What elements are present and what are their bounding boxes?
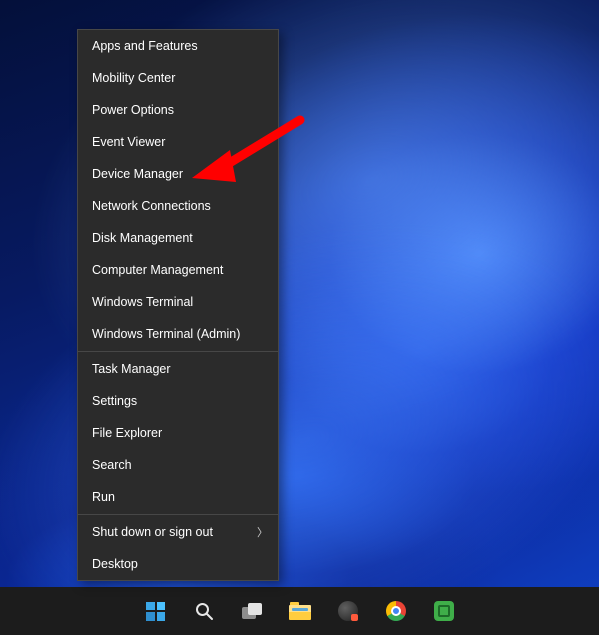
menu-item-desktop[interactable]: Desktop [78,548,278,580]
taskbar-search-button[interactable] [184,591,224,631]
menu-item-label: Windows Terminal (Admin) [92,327,240,341]
taskbar [0,587,599,635]
app-icon [434,601,454,621]
menu-item-label: Mobility Center [92,71,175,85]
menu-item-network-connections[interactable]: Network Connections [78,190,278,222]
win-x-menu: Apps and Features Mobility Center Power … [77,29,279,581]
menu-item-disk-management[interactable]: Disk Management [78,222,278,254]
menu-item-power-options[interactable]: Power Options [78,94,278,126]
menu-item-label: Disk Management [92,231,193,245]
menu-item-settings[interactable]: Settings [78,385,278,417]
task-view-button[interactable] [232,591,272,631]
menu-item-device-manager[interactable]: Device Manager [78,158,278,190]
menu-item-computer-management[interactable]: Computer Management [78,254,278,286]
menu-item-windows-terminal[interactable]: Windows Terminal [78,286,278,318]
menu-separator [78,514,278,515]
menu-item-search[interactable]: Search [78,449,278,481]
task-view-icon [242,603,262,619]
menu-item-label: Computer Management [92,263,223,277]
menu-item-task-manager[interactable]: Task Manager [78,353,278,385]
menu-item-label: Apps and Features [92,39,198,53]
menu-item-label: Search [92,458,132,472]
menu-item-run[interactable]: Run [78,481,278,513]
menu-item-shut-down-or-sign-out[interactable]: Shut down or sign out 〉 [78,516,278,548]
chrome-icon [386,601,406,621]
taskbar-app-button[interactable] [328,591,368,631]
menu-item-mobility-center[interactable]: Mobility Center [78,62,278,94]
menu-item-apps-and-features[interactable]: Apps and Features [78,30,278,62]
menu-item-label: Network Connections [92,199,211,213]
start-icon [146,602,165,621]
search-icon [194,601,214,621]
taskbar-file-explorer-button[interactable] [280,591,320,631]
menu-item-label: Device Manager [92,167,183,181]
chevron-right-icon: 〉 [257,524,268,540]
taskbar-chrome-button[interactable] [376,591,416,631]
menu-item-label: Settings [92,394,137,408]
taskbar-app-green-button[interactable] [424,591,464,631]
menu-item-label: File Explorer [92,426,162,440]
menu-item-event-viewer[interactable]: Event Viewer [78,126,278,158]
menu-item-label: Task Manager [92,362,171,376]
app-icon [338,601,358,621]
menu-item-label: Event Viewer [92,135,165,149]
menu-item-label: Shut down or sign out [92,525,213,539]
menu-item-windows-terminal-admin[interactable]: Windows Terminal (Admin) [78,318,278,350]
menu-item-label: Windows Terminal [92,295,193,309]
menu-item-label: Desktop [92,557,138,571]
file-explorer-icon [289,602,311,620]
menu-item-label: Run [92,490,115,504]
start-button[interactable] [136,591,176,631]
menu-item-file-explorer[interactable]: File Explorer [78,417,278,449]
menu-separator [78,351,278,352]
menu-item-label: Power Options [92,103,174,117]
desktop: Apps and Features Mobility Center Power … [0,0,599,635]
